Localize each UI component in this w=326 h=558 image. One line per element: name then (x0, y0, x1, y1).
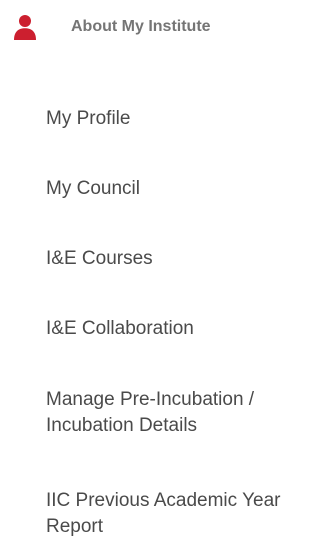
menu-item-iic-previous-year-report[interactable]: IIC Previous Academic Year Report (46, 488, 321, 540)
menu-header-about-my-institute[interactable]: About My Institute (0, 0, 326, 54)
menu-item-my-council[interactable]: My Council (46, 176, 321, 202)
sidebar-menu: About My Institute My Profile My Council… (0, 0, 326, 558)
menu-item-ie-courses[interactable]: I&E Courses (46, 246, 321, 272)
user-icon (14, 15, 36, 40)
menu-item-ie-collaboration[interactable]: I&E Collaboration (46, 316, 321, 342)
menu-item-my-profile[interactable]: My Profile (46, 106, 321, 132)
menu-item-manage-incubation-details[interactable]: Manage Pre-Incubation / Incubation Detai… (46, 387, 321, 439)
menu-header-label: About My Institute (71, 18, 211, 35)
